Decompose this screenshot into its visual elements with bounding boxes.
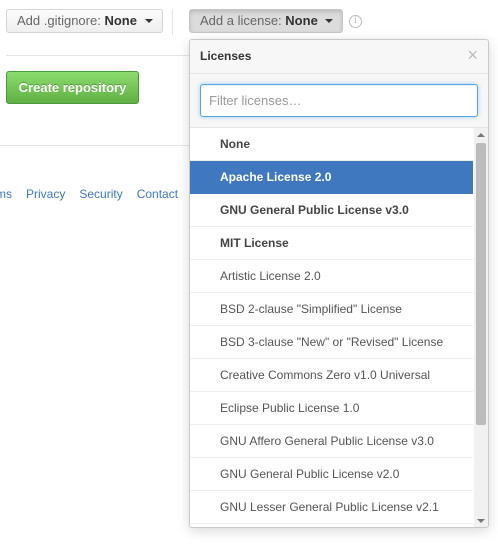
license-option[interactable]: None: [190, 128, 473, 161]
license-option[interactable]: Creative Commons Zero v1.0 Universal: [190, 359, 473, 392]
license-select-label: Add a license:: [200, 13, 282, 28]
license-option[interactable]: Eclipse Public License 1.0: [190, 392, 473, 425]
new-repository-page: Add .gitignore: None Add a license: None…: [0, 0, 498, 547]
button-divider: [172, 9, 173, 35]
license-list: None Apache License 2.0 GNU General Public…: [190, 128, 473, 524]
license-option[interactable]: GNU Affero General Public License v3.0: [190, 425, 473, 458]
footer-link-security[interactable]: Security: [79, 187, 122, 201]
close-icon[interactable]: ×: [467, 46, 478, 64]
caret-down-icon: [325, 18, 334, 23]
form-divider: [6, 55, 196, 56]
footer-links: rms Privacy Security Contact: [0, 187, 192, 201]
filter-licenses-input[interactable]: [200, 84, 478, 117]
footer-link-privacy[interactable]: Privacy: [26, 187, 65, 201]
gitignore-select-value: None: [104, 13, 137, 28]
license-option[interactable]: GNU Lesser General Public License v2.1: [190, 491, 473, 524]
dropdown-header: Licenses ×: [190, 40, 488, 74]
license-select-button[interactable]: Add a license: None: [189, 9, 344, 33]
footer-link-contact[interactable]: Contact: [137, 187, 178, 201]
gitignore-select-button[interactable]: Add .gitignore: None: [6, 9, 163, 33]
license-dropdown: Licenses × NoneApache License 2.0GNU Gen…: [189, 39, 489, 528]
footer-link-terms[interactable]: rms: [0, 187, 12, 201]
list-scrollbar[interactable]: [474, 128, 488, 527]
scroll-down-arrow-icon[interactable]: [477, 519, 485, 523]
gitignore-select-label: Add .gitignore:: [17, 13, 101, 28]
scroll-up-arrow-icon[interactable]: [477, 133, 485, 137]
license-option[interactable]: BSD 3-clause "New" or "Revised" License: [190, 326, 473, 359]
license-option[interactable]: MIT License: [190, 227, 473, 260]
license-option[interactable]: GNU General Public License v3.0: [190, 194, 473, 227]
create-repository-button[interactable]: Create repository: [6, 71, 139, 104]
caret-down-icon: [144, 18, 153, 23]
license-select-value: None: [285, 13, 318, 28]
filter-area: [190, 74, 488, 128]
license-option[interactable]: GNU General Public License v2.0: [190, 458, 473, 491]
footer-divider: [0, 145, 190, 146]
dropdown-title: Licenses: [200, 49, 252, 63]
license-option[interactable]: BSD 2-clause "Simplified" License: [190, 293, 473, 326]
license-option[interactable]: Apache License 2.0: [190, 161, 473, 194]
info-icon[interactable]: i: [349, 15, 362, 28]
scrollbar-thumb[interactable]: [476, 143, 486, 425]
license-option[interactable]: Artistic License 2.0: [190, 260, 473, 293]
